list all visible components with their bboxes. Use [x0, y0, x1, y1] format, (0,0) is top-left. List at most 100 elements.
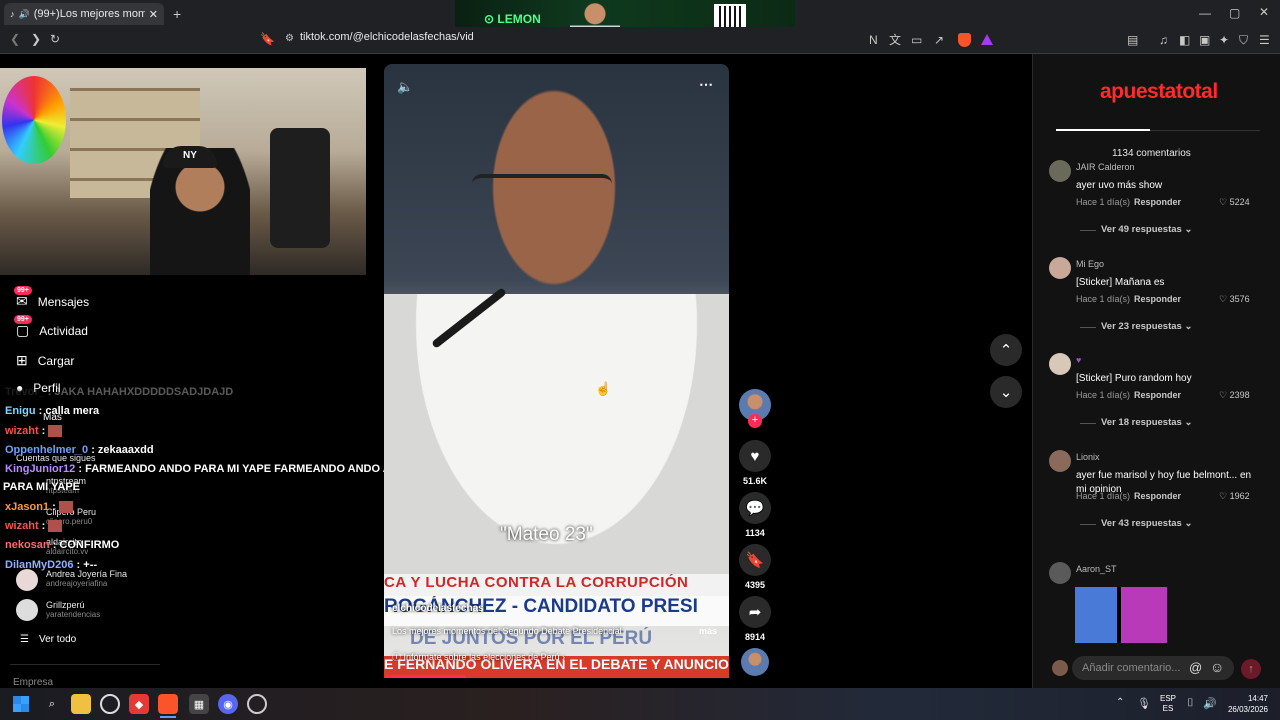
- anydesk-icon[interactable]: ◆: [129, 694, 149, 714]
- close-tab-icon[interactable]: ✕: [149, 8, 164, 21]
- messages-icon: ✉ 99+: [14, 286, 32, 310]
- bookmark-icon[interactable]: 🔖: [260, 33, 275, 45]
- video-author[interactable]: elchicodelasfechas: [392, 603, 484, 614]
- comment-button[interactable]: 💬: [739, 492, 771, 524]
- share-icon[interactable]: ↗: [934, 34, 944, 46]
- elections-info-link[interactable]: ⓘ Infórmate sobre las elecciones de Perú…: [392, 650, 565, 663]
- comment-avatar[interactable]: [1049, 353, 1071, 375]
- comment-avatar[interactable]: [1049, 160, 1071, 182]
- windows-start-icon[interactable]: [13, 696, 29, 712]
- leo-ai-icon[interactable]: ✦: [1219, 34, 1229, 46]
- chat-separator: :: [73, 559, 84, 571]
- reply-button[interactable]: Responder: [1134, 491, 1181, 501]
- address-bar[interactable]: tiktok.com/@elchicodelasfechas/vid: [300, 31, 474, 43]
- chrome-icon[interactable]: [100, 694, 120, 714]
- comment-sticker-image: [1075, 587, 1167, 643]
- follow-plus-icon[interactable]: +: [748, 414, 762, 428]
- post-comment-button[interactable]: ↑: [1241, 659, 1261, 679]
- comment-avatar[interactable]: [1049, 257, 1071, 279]
- comment-time: Hace 1 día(s): [1076, 390, 1131, 400]
- reader-mode-icon[interactable]: ▤: [1127, 34, 1138, 46]
- wallet-icon[interactable]: ▣: [1199, 34, 1210, 46]
- site-info-icon[interactable]: ⚙: [285, 34, 294, 44]
- video-progress-bar[interactable]: [386, 675, 466, 678]
- sidebar-item-upload[interactable]: ⊞ Cargar: [16, 352, 74, 369]
- reply-button[interactable]: Responder: [1134, 390, 1181, 400]
- comment-like[interactable]: ♡ 1962: [1219, 491, 1250, 502]
- music-disc-avatar[interactable]: [741, 648, 769, 676]
- comment-username[interactable]: Aaron_ST: [1076, 564, 1117, 574]
- chat-username: wizaht: [5, 520, 39, 532]
- comment-avatar[interactable]: [1049, 450, 1071, 472]
- comment-time: Hace 1 día(s): [1076, 294, 1131, 304]
- minimize-button[interactable]: —: [1199, 7, 1211, 19]
- comment-username[interactable]: Lionix: [1076, 452, 1100, 462]
- view-replies-label: Ver 23 respuestas: [1101, 321, 1182, 332]
- comment-like[interactable]: ♡ 2398: [1219, 390, 1250, 401]
- volume-icon[interactable]: 🔈: [397, 79, 413, 95]
- save-button[interactable]: 🔖: [739, 544, 771, 576]
- view-replies-button[interactable]: Ver 49 respuestas ⌄: [1101, 224, 1192, 235]
- restore-button[interactable]: ▢: [1229, 7, 1240, 19]
- like-count: 51.6K: [742, 476, 768, 486]
- chevron-down-icon: ⌄: [1181, 417, 1193, 428]
- sidebar-item-activity[interactable]: ▢ 99+ Actividad: [14, 315, 88, 339]
- comment-avatar[interactable]: [1049, 562, 1071, 584]
- reply-button[interactable]: Responder: [1134, 294, 1181, 304]
- clock[interactable]: 14:47 26/03/2026: [1224, 693, 1268, 715]
- volume-tray-icon[interactable]: 🔊: [1203, 697, 1217, 710]
- avatar: [16, 599, 38, 621]
- mute-site-icon[interactable]: N: [869, 34, 878, 46]
- comment-like[interactable]: ♡ 5224: [1219, 197, 1250, 208]
- menu-icon[interactable]: ☰: [1259, 34, 1270, 46]
- obs-icon[interactable]: [247, 694, 267, 714]
- emoji-icon[interactable]: ☺: [1210, 659, 1224, 675]
- more-options-icon[interactable]: ⋯: [699, 76, 713, 93]
- view-replies-button[interactable]: Ver 43 respuestas ⌄: [1101, 518, 1192, 529]
- search-icon[interactable]: ⌕: [42, 694, 62, 714]
- new-tab-button[interactable]: +: [173, 7, 181, 21]
- cast-icon[interactable]: ▭: [911, 34, 922, 46]
- comment-username[interactable]: JAIR Calderon: [1076, 162, 1135, 172]
- view-replies-button[interactable]: Ver 18 respuestas ⌄: [1101, 417, 1192, 428]
- mention-icon[interactable]: @: [1189, 660, 1202, 675]
- audio-icon[interactable]: 🔊: [19, 9, 30, 20]
- previous-video-button[interactable]: ⌃: [990, 334, 1022, 366]
- chat-text: calla mera: [45, 405, 100, 417]
- tray-chevron-icon[interactable]: ⌃: [1116, 697, 1124, 708]
- company-link[interactable]: Empresa: [13, 677, 53, 688]
- brave-taskbar-icon[interactable]: [158, 694, 178, 714]
- sidebar-toggle-icon[interactable]: ◧: [1179, 34, 1190, 46]
- tiktok-icon: ♪: [10, 9, 15, 19]
- brave-shield-icon[interactable]: [958, 33, 971, 47]
- like-button[interactable]: ♥: [739, 440, 771, 472]
- brave-rewards-icon[interactable]: [981, 34, 993, 45]
- view-replies-button[interactable]: Ver 23 respuestas ⌄: [1101, 321, 1192, 332]
- comment-like-count: 2398: [1229, 390, 1250, 400]
- calculator-icon[interactable]: ▦: [189, 694, 209, 714]
- sidebar-item-messages[interactable]: ✉ 99+ Mensajes: [14, 286, 89, 310]
- media-icon[interactable]: ♫: [1159, 34, 1168, 46]
- comment-like[interactable]: ♡ 3576: [1219, 294, 1250, 305]
- translate-icon[interactable]: 文: [889, 34, 901, 46]
- comment-username[interactable]: Mi Ego: [1076, 259, 1104, 269]
- browser-tab[interactable]: ♪ 🔊 (99+)Los mejores momentos ✕: [4, 3, 164, 25]
- tab-title: (99+)Los mejores momentos: [33, 8, 145, 20]
- following-item[interactable]: Andrea Joyería Fina andreajoyeriafina: [46, 569, 127, 588]
- language-indicator[interactable]: ESP ES: [1160, 694, 1176, 714]
- next-video-button[interactable]: ⌄: [990, 376, 1022, 408]
- following-item[interactable]: Grillzperú yaratendencias: [46, 600, 100, 619]
- reply-button[interactable]: Responder: [1134, 197, 1181, 207]
- close-window-button[interactable]: ✕: [1259, 6, 1269, 18]
- vpn-icon[interactable]: ⛉: [1239, 34, 1248, 46]
- back-icon[interactable]: ❮: [10, 33, 20, 45]
- discord-icon[interactable]: ◉: [218, 694, 238, 714]
- network-icon[interactable]: ⌷: [1187, 697, 1194, 710]
- file-explorer-icon[interactable]: [71, 694, 91, 714]
- share-button[interactable]: ➦: [739, 596, 771, 628]
- reload-icon[interactable]: ↻: [50, 33, 60, 45]
- microphone-tray-icon[interactable]: 🎙: [1137, 697, 1151, 710]
- forward-icon[interactable]: ❯: [31, 33, 41, 45]
- see-more-link[interactable]: más: [699, 626, 717, 636]
- see-all-link[interactable]: ☰ Ver todo: [20, 634, 76, 645]
